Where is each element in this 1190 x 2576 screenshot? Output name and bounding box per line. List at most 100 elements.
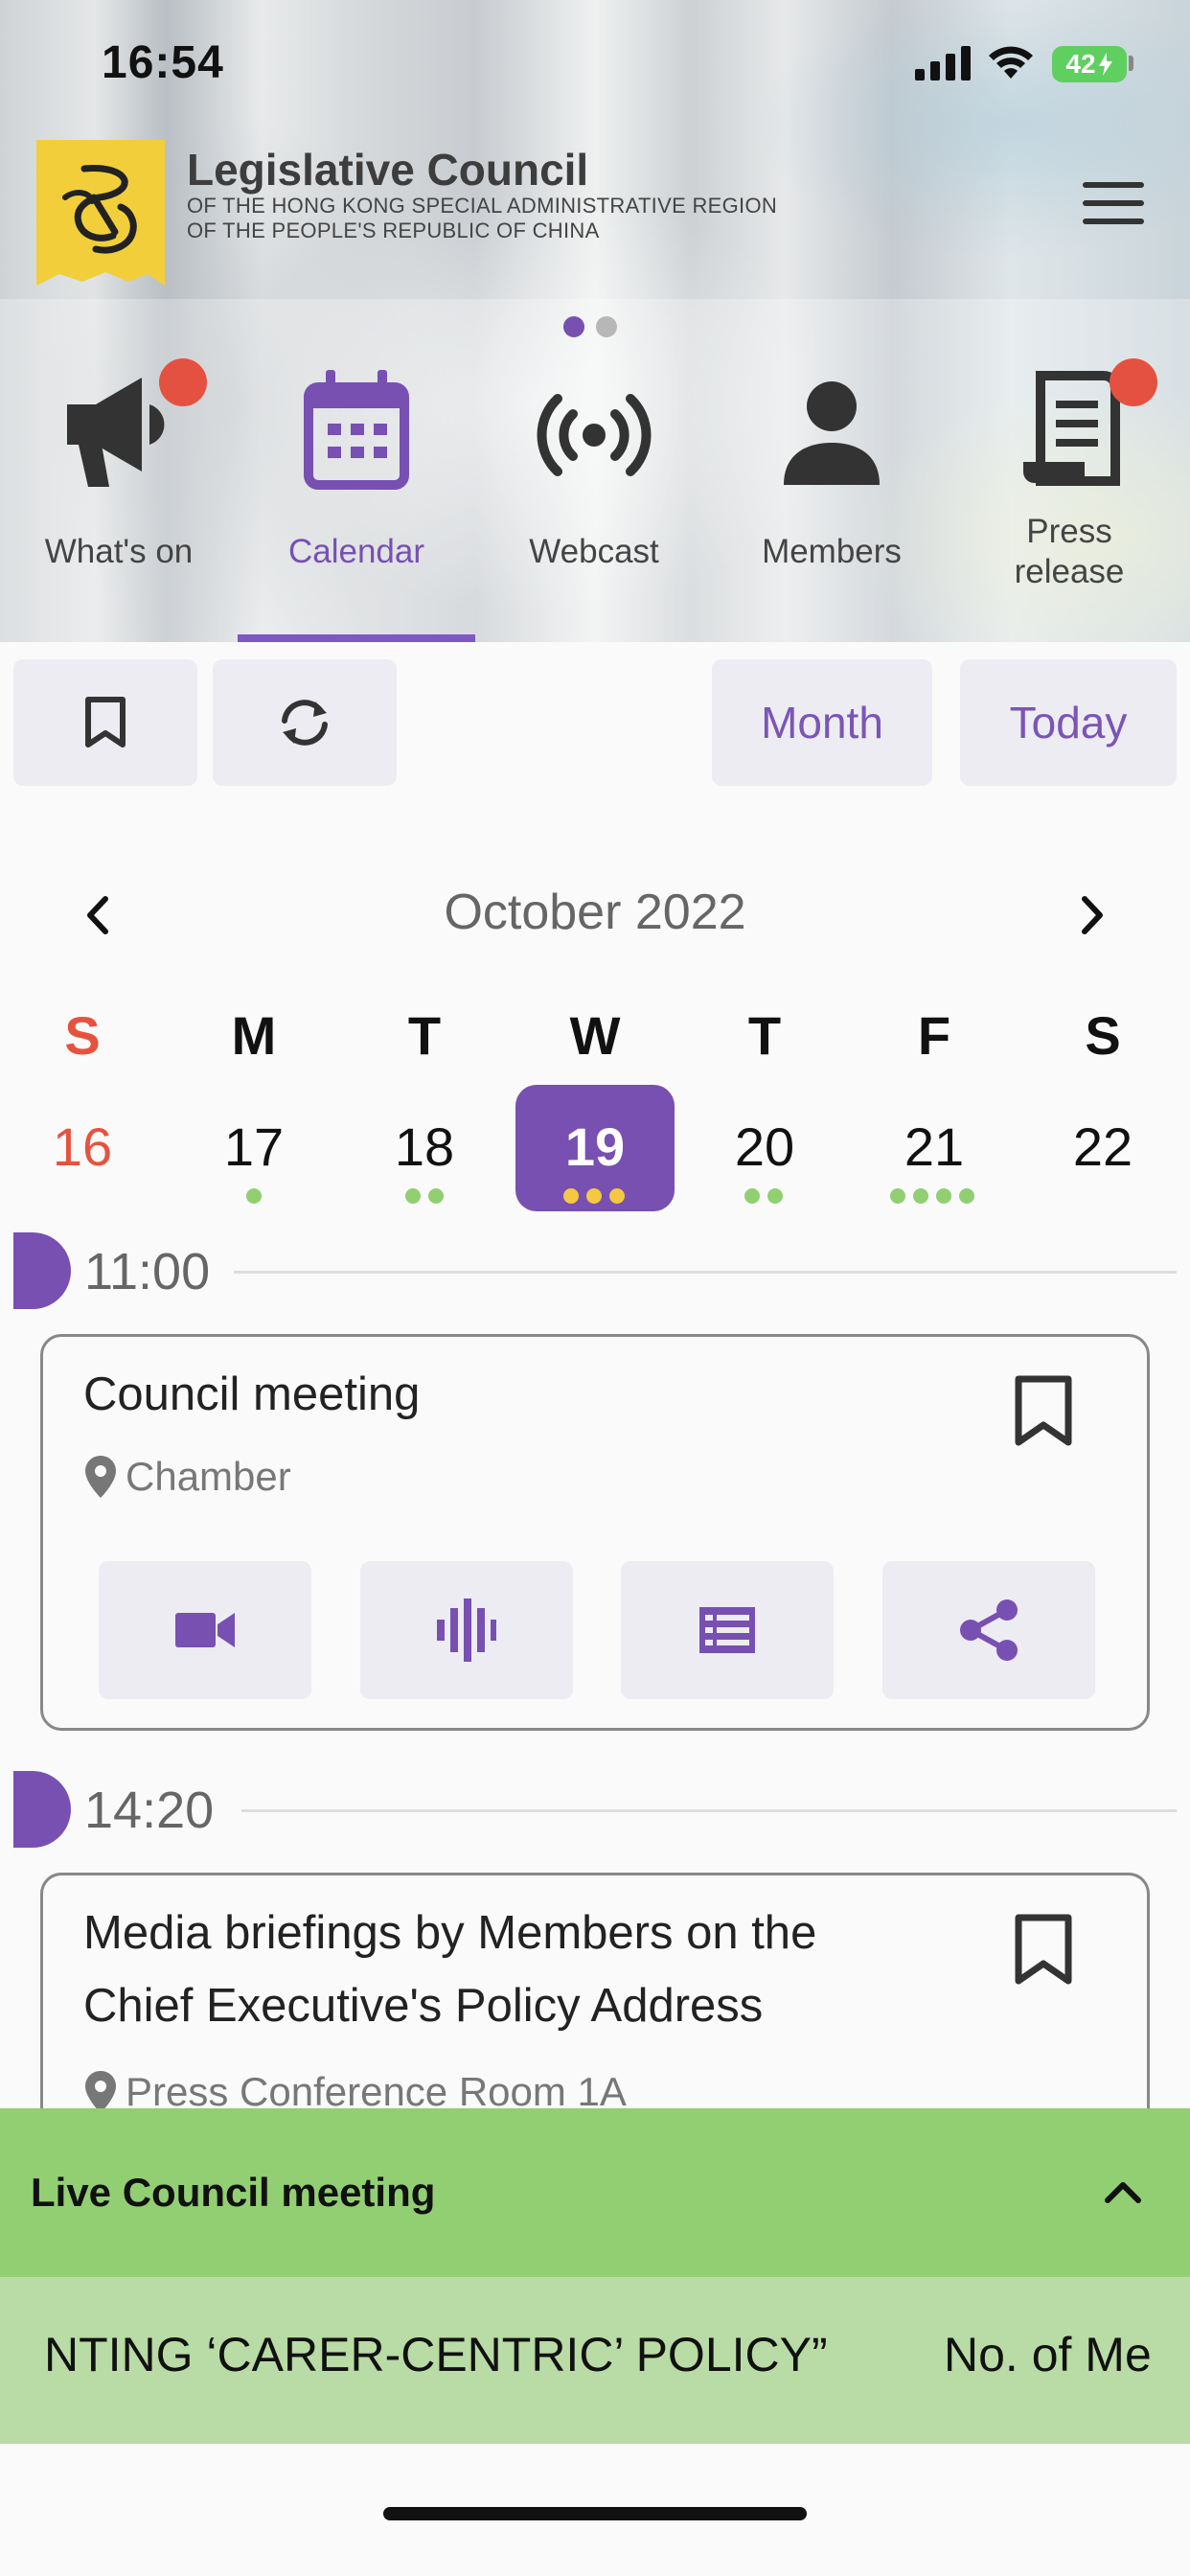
event-location-text: Chamber [126, 1454, 291, 1499]
event-dots [890, 1188, 974, 1206]
person-icon [784, 381, 880, 485]
battery-level: 42 [1065, 49, 1096, 79]
weekday-fri: F [917, 1005, 951, 1066]
news-ticker[interactable]: NTING ‘CARER-CENTRIC’ POLICY” No. of Me [0, 2277, 1190, 2444]
event-dot [936, 1188, 951, 1204]
app-subtitle-line1: OF THE HONG KONG SPECIAL ADMINISTRATIVE … [187, 194, 778, 218]
today-label: Today [1009, 698, 1128, 748]
event-dot [609, 1188, 625, 1204]
notification-badge [159, 358, 207, 406]
nav-item-press-release[interactable]: Press release [950, 355, 1188, 642]
nav-item-members[interactable]: Members [713, 355, 950, 642]
agenda-list-icon [699, 1607, 755, 1653]
event-dot [959, 1188, 974, 1204]
bookmark-outline-icon[interactable] [1013, 1373, 1074, 1450]
event-dot [890, 1188, 905, 1204]
month-view-button[interactable]: Month [712, 659, 932, 786]
nav-page-indicator [563, 316, 617, 337]
day-cell-22[interactable]: 22 [1045, 1116, 1160, 1178]
chevron-up-icon[interactable] [1102, 2172, 1144, 2214]
event-dots [744, 1188, 783, 1206]
share-icon [960, 1599, 1018, 1661]
nav-label-line2: release [1014, 553, 1125, 590]
agenda-button[interactable] [621, 1561, 834, 1699]
time-slot-label: 14:20 [84, 1782, 215, 1839]
weekday-sat: S [1085, 1005, 1121, 1066]
nav-item-webcast[interactable]: Webcast [475, 355, 713, 642]
weekday-mon: M [231, 1005, 277, 1066]
event-dot [563, 1188, 579, 1204]
day-cell-19[interactable]: 19 [538, 1116, 652, 1178]
battery-indicator: 42 [1052, 46, 1127, 82]
time-slot-header: 11:00 [0, 1232, 1190, 1309]
page-dot [596, 316, 617, 337]
time-slot-header: 14:20 [0, 1771, 1190, 1848]
ticker-text-next: No. of Me [944, 2328, 1152, 2381]
event-title-line1: Media briefings by Members on the [83, 1907, 817, 1959]
day-cell-20[interactable]: 20 [707, 1116, 822, 1178]
status-time: 16:54 [102, 37, 224, 88]
nav-item-whats-on[interactable]: What's on [0, 355, 238, 642]
notification-badge [1110, 358, 1157, 406]
charging-bolt-icon [1098, 53, 1112, 76]
app-subtitle-line2: OF THE PEOPLE'S REPUBLIC OF CHINA [187, 218, 600, 242]
time-divider [241, 1809, 1177, 1812]
refresh-button[interactable] [213, 659, 397, 786]
event-dot [913, 1188, 928, 1204]
legco-logo-icon [36, 140, 165, 286]
event-card[interactable]: Council meeting Chamber [40, 1334, 1150, 1731]
listen-audio-button[interactable] [360, 1561, 573, 1699]
video-icon [175, 1613, 235, 1647]
live-meeting-bar[interactable]: Live Council meeting [0, 2108, 1190, 2277]
active-tab-indicator [238, 634, 475, 642]
nav-label-calendar: Calendar [287, 533, 425, 570]
app-title: Legislative Council [187, 145, 589, 195]
time-slot-label: 11:00 [84, 1243, 211, 1300]
bookmark-outline-icon[interactable] [1013, 1912, 1074, 1989]
calendar-month-title: October 2022 [444, 885, 746, 940]
calendar-header: October 2022 [0, 872, 1190, 958]
weekday-tue: T [407, 1005, 442, 1066]
time-divider [234, 1271, 1177, 1274]
day-cell-18[interactable]: 18 [367, 1116, 482, 1178]
chevron-right-icon[interactable] [1067, 891, 1115, 939]
time-marker [13, 1771, 71, 1848]
weekday-wed: W [569, 1005, 621, 1066]
day-cell-17[interactable]: 17 [196, 1116, 311, 1178]
weekday-sun: S [64, 1005, 101, 1066]
today-button[interactable]: Today [960, 659, 1177, 786]
event-dots [405, 1188, 444, 1206]
nav-item-calendar[interactable]: Calendar [238, 355, 475, 642]
share-button[interactable] [882, 1561, 1095, 1699]
ticker-text: NTING ‘CARER-CENTRIC’ POLICY” [44, 2328, 828, 2381]
calendar-icon [304, 370, 409, 490]
battery-tip [1129, 56, 1133, 71]
event-dot [744, 1188, 760, 1204]
bookmarks-button[interactable] [13, 659, 197, 786]
page-dot-active [563, 316, 584, 337]
event-title-line2: Chief Executive's Policy Address [83, 1980, 764, 2032]
nav-label-members: Members [762, 533, 902, 570]
nav-label-line1: Press [1026, 513, 1112, 550]
event-dot [246, 1188, 262, 1204]
month-view-label: Month [761, 698, 883, 748]
event-dot [586, 1188, 602, 1204]
event-dot [405, 1188, 421, 1204]
app-header: Legislative Council OF THE HONG KONG SPE… [0, 134, 1190, 299]
watch-video-button[interactable] [99, 1561, 311, 1699]
day-cell-21[interactable]: 21 [877, 1116, 992, 1178]
live-meeting-title: Live Council meeting [31, 2170, 436, 2215]
event-location: Chamber [83, 1454, 291, 1500]
weekday-thu: T [747, 1005, 782, 1066]
day-cell-16[interactable]: 16 [25, 1116, 140, 1178]
event-dot [767, 1188, 783, 1204]
broadcast-icon [537, 394, 652, 476]
home-indicator [383, 2507, 807, 2520]
event-dot [428, 1188, 444, 1204]
nav-label-whats-on: What's on [44, 533, 194, 570]
nav-label-webcast: Webcast [529, 533, 659, 570]
status-bar: 16:54 42 [0, 0, 1190, 134]
hamburger-menu-icon[interactable] [1083, 182, 1159, 249]
event-title: Media briefings by Members on the Chief … [83, 1897, 816, 2042]
time-marker [13, 1232, 71, 1309]
